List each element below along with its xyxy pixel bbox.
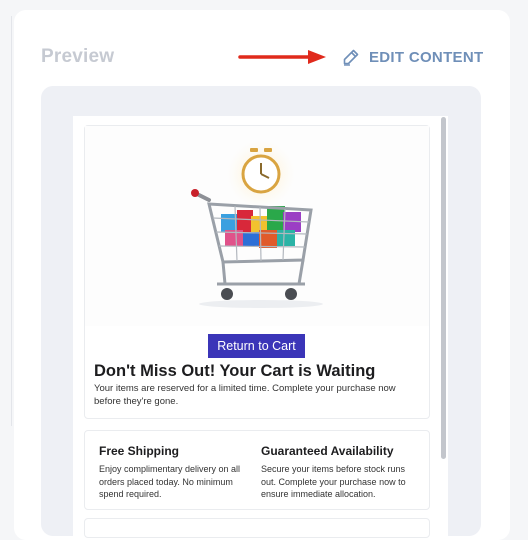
- next-section: [84, 518, 430, 538]
- feature-text: Enjoy complimentary delivery on all orde…: [99, 464, 241, 499]
- scrollbar-thumb[interactable]: [441, 117, 446, 459]
- return-to-cart-button[interactable]: Return to Cart: [208, 334, 305, 358]
- edit-content-button[interactable]: EDIT CONTENT: [342, 46, 483, 68]
- cart-illustration: [85, 126, 429, 326]
- preview-title: Preview: [41, 46, 115, 67]
- shopping-cart-icon: [191, 140, 323, 308]
- email-body-text: Your items are reserved for a limited ti…: [94, 383, 396, 407]
- feature-free-shipping: Free Shipping Enjoy complimentary delive…: [99, 444, 249, 501]
- feature-title: Free Shipping: [99, 444, 180, 458]
- feature-guaranteed-availability: Guaranteed Availability Secure your item…: [261, 444, 411, 501]
- pencil-icon: [343, 49, 359, 66]
- email-headline: Don't Miss Out! Your Cart is Waiting: [94, 362, 376, 380]
- edit-content-label: EDIT CONTENT: [369, 48, 484, 66]
- feature-text: Secure your items before stock runs out.…: [261, 464, 406, 499]
- features-section: Free Shipping Enjoy complimentary delive…: [84, 430, 430, 510]
- feature-title: Guaranteed Availability: [261, 444, 394, 458]
- left-divider: [11, 16, 12, 426]
- pointer-arrow-icon: [238, 50, 326, 64]
